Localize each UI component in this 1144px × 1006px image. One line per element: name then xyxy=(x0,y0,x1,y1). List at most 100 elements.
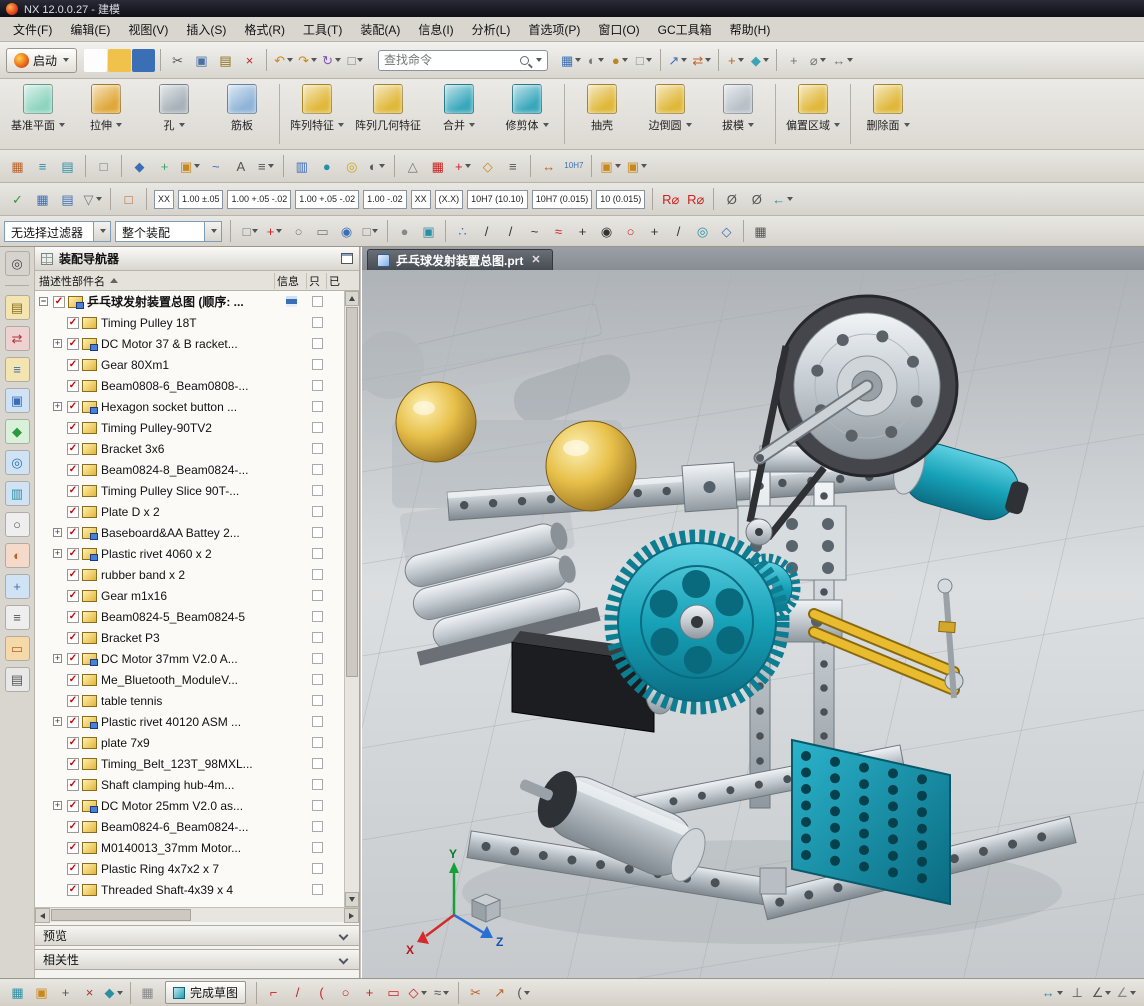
extrude-dropdown[interactable] xyxy=(116,123,122,127)
snap-midpoint-icon[interactable]: / xyxy=(499,220,522,243)
undock-window-button[interactable] xyxy=(341,253,353,264)
scrollbar-thumb[interactable] xyxy=(51,909,191,921)
angle-icon[interactable]: ∠ xyxy=(1090,981,1114,1004)
save-icon[interactable] xyxy=(132,49,155,72)
line-icon[interactable]: / xyxy=(286,981,309,1004)
menu-item-9[interactable]: 首选项(P) xyxy=(519,17,589,42)
close-tab-icon[interactable] xyxy=(529,254,542,267)
collapse-icon[interactable] xyxy=(39,297,48,306)
component-checkbox[interactable] xyxy=(67,464,79,476)
tree-item[interactable]: M0140013_37mm Motor... xyxy=(35,837,344,858)
dim-style-4[interactable]: 1.00 -.02 xyxy=(363,190,407,209)
diameter-symbol2-icon[interactable]: Ø xyxy=(745,188,768,211)
component-checkbox[interactable] xyxy=(67,611,79,623)
copy-icon[interactable]: ▣ xyxy=(190,49,213,72)
redo-dropdown[interactable] xyxy=(311,58,317,62)
open-folder-icon[interactable] xyxy=(108,49,131,72)
tree-item[interactable]: Beam0808-6_Beam0808-... xyxy=(35,375,344,396)
dim-style-5[interactable]: XX xyxy=(411,190,431,209)
sketch-task-icon[interactable]: ◆ xyxy=(128,155,151,178)
id-symbol-icon[interactable]: ◇ xyxy=(476,155,499,178)
datum-table-icon[interactable]: ▦ xyxy=(31,188,54,211)
circle-icon[interactable]: ○ xyxy=(334,981,357,1004)
scroll-down-button[interactable] xyxy=(345,892,359,907)
selection-scope-dropdown[interactable]: 整个装配 xyxy=(115,221,222,242)
tree-root-item[interactable]: 乒乓球发射装置总图 (顺序: ... xyxy=(35,291,344,312)
expand-icon[interactable] xyxy=(53,339,62,348)
datum-csys-icon[interactable]: + xyxy=(153,155,176,178)
column-info[interactable]: 信息 xyxy=(275,273,307,289)
layer-category-icon[interactable]: ▤ xyxy=(56,155,79,178)
column-readonly[interactable]: 只 xyxy=(307,273,327,289)
crosshatch-icon[interactable]: + xyxy=(782,49,805,72)
angle2-icon[interactable]: ∠ xyxy=(1114,981,1138,1004)
background-sheet-dropdown[interactable] xyxy=(646,58,652,62)
readonly-checkbox[interactable] xyxy=(312,380,323,391)
pmi-window-icon[interactable]: □ xyxy=(117,188,140,211)
component-checkbox[interactable] xyxy=(67,695,79,707)
sketch-tools-dropdown[interactable] xyxy=(763,58,769,62)
horizontal-scrollbar[interactable] xyxy=(35,907,359,922)
rectangle-icon[interactable]: ▭ xyxy=(382,981,405,1004)
component-checkbox[interactable] xyxy=(67,863,79,875)
dim-arrow-icon[interactable]: ↔ xyxy=(537,155,560,178)
expand-icon[interactable] xyxy=(53,528,62,537)
tree-item[interactable]: DC Motor 25mm V2.0 as... xyxy=(35,795,344,816)
ok-check-icon[interactable]: ✓ xyxy=(6,188,29,211)
draft-dropdown[interactable] xyxy=(748,123,754,127)
expand-icon[interactable] xyxy=(53,402,62,411)
datum-plane-dropdown[interactable] xyxy=(59,123,65,127)
tree-item[interactable]: Gear 80Xm1 xyxy=(35,354,344,375)
readonly-checkbox[interactable] xyxy=(312,485,323,496)
readonly-checkbox[interactable] xyxy=(312,842,323,853)
section-list-dropdown[interactable] xyxy=(268,164,274,168)
menu-item-3[interactable]: 插入(S) xyxy=(177,17,235,42)
search-input[interactable] xyxy=(384,53,515,67)
expand-icon[interactable] xyxy=(53,801,62,810)
readonly-checkbox[interactable] xyxy=(312,674,323,685)
component-checkbox[interactable] xyxy=(67,590,79,602)
background-sheet-icon[interactable]: □ xyxy=(632,49,655,72)
curve-tool-icon[interactable]: ~ xyxy=(204,155,227,178)
tree-item[interactable]: Hexagon socket button ... xyxy=(35,396,344,417)
ribbon-shell-button[interactable]: 抽壳 xyxy=(568,81,636,147)
tree-item[interactable]: Timing_Belt_123T_98MXL... xyxy=(35,753,344,774)
readonly-checkbox[interactable] xyxy=(312,506,323,517)
expand-icon[interactable] xyxy=(53,654,62,663)
component-checkbox[interactable] xyxy=(67,401,79,413)
component-checkbox[interactable] xyxy=(67,380,79,392)
diameter-symbol-icon[interactable]: Ø xyxy=(720,188,743,211)
readonly-checkbox[interactable] xyxy=(312,779,323,790)
readonly-checkbox[interactable] xyxy=(312,317,323,328)
measure-dropdown[interactable] xyxy=(820,58,826,62)
pan-icon[interactable]: + xyxy=(54,981,77,1004)
point-icon[interactable]: + xyxy=(358,981,381,1004)
dim-style-2[interactable]: 1.00 +.05 -.02 xyxy=(227,190,291,209)
component-checkbox[interactable] xyxy=(67,317,79,329)
fillet-dropdown[interactable] xyxy=(524,991,530,995)
sketch-settings-dropdown[interactable] xyxy=(117,991,123,995)
component-checkbox[interactable] xyxy=(67,821,79,833)
finish-sketch-button[interactable]: 完成草图 xyxy=(165,981,246,1004)
plus-selection-dropdown[interactable] xyxy=(276,229,282,233)
profile-icon[interactable]: ⌐ xyxy=(262,981,285,1004)
book-icon[interactable]: ▥ xyxy=(290,155,313,178)
dimension-icon[interactable]: ↔ xyxy=(1040,981,1065,1004)
navigation-target-icon[interactable]: ◎ xyxy=(5,251,30,276)
tools-palette-icon[interactable]: + xyxy=(5,574,30,599)
display-part-icon[interactable]: ▦ xyxy=(6,155,29,178)
sphere-tool-icon[interactable]: ● xyxy=(315,155,338,178)
undo-icon[interactable]: ↶ xyxy=(272,49,295,72)
part-navigator-icon[interactable]: ≡ xyxy=(5,357,30,382)
ruler-icon[interactable]: ↔ xyxy=(830,49,855,72)
dim-style-7[interactable]: 10H7 (10.10) xyxy=(467,190,528,209)
tree-item[interactable]: Timing Pulley 18T xyxy=(35,312,344,333)
select-scope-icon[interactable]: □ xyxy=(239,220,262,243)
quick-trim-icon[interactable]: ✂ xyxy=(464,981,487,1004)
edge-blend-dropdown[interactable] xyxy=(686,123,692,127)
readonly-checkbox[interactable] xyxy=(312,422,323,433)
sketch-tools-icon[interactable]: ◆ xyxy=(748,49,771,72)
menu-item-7[interactable]: 信息(I) xyxy=(409,17,462,42)
pattern-feature-dropdown[interactable] xyxy=(338,123,344,127)
readonly-checkbox[interactable] xyxy=(312,716,323,727)
